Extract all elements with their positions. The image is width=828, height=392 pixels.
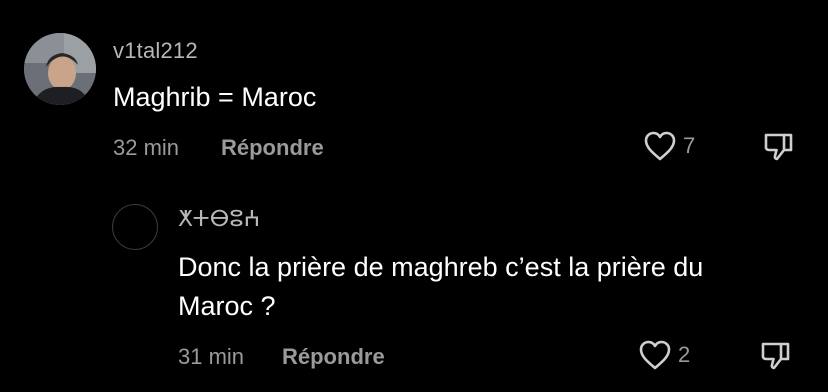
timestamp: 31 min (178, 344, 245, 369)
comment-text-line-1: Donc la prière de maghreb c’est la prièr… (178, 252, 704, 282)
reply-button[interactable]: Répondre (282, 344, 385, 370)
avatar[interactable] (112, 204, 158, 250)
thumbs-down-icon (762, 129, 796, 163)
like-button[interactable]: 7 (643, 130, 695, 162)
like-count: 2 (678, 342, 691, 367)
dislike-button[interactable] (759, 338, 793, 372)
username[interactable]: ⵅⵜⴱⵓⵄ (178, 206, 260, 232)
heart-icon (643, 130, 677, 162)
reply-button[interactable]: Répondre (221, 135, 324, 161)
thumbs-down-icon (759, 338, 793, 372)
username[interactable]: v1tal212 (113, 38, 198, 64)
heart-icon (638, 339, 672, 371)
timestamp: 32 min (113, 135, 180, 160)
comment-text: Maghrib = Maroc (113, 82, 317, 112)
comment-text-line-2: Maroc ? (178, 291, 276, 321)
like-button[interactable]: 2 (638, 339, 690, 371)
like-count: 7 (683, 133, 696, 158)
dislike-button[interactable] (762, 129, 796, 163)
avatar[interactable] (24, 33, 96, 105)
